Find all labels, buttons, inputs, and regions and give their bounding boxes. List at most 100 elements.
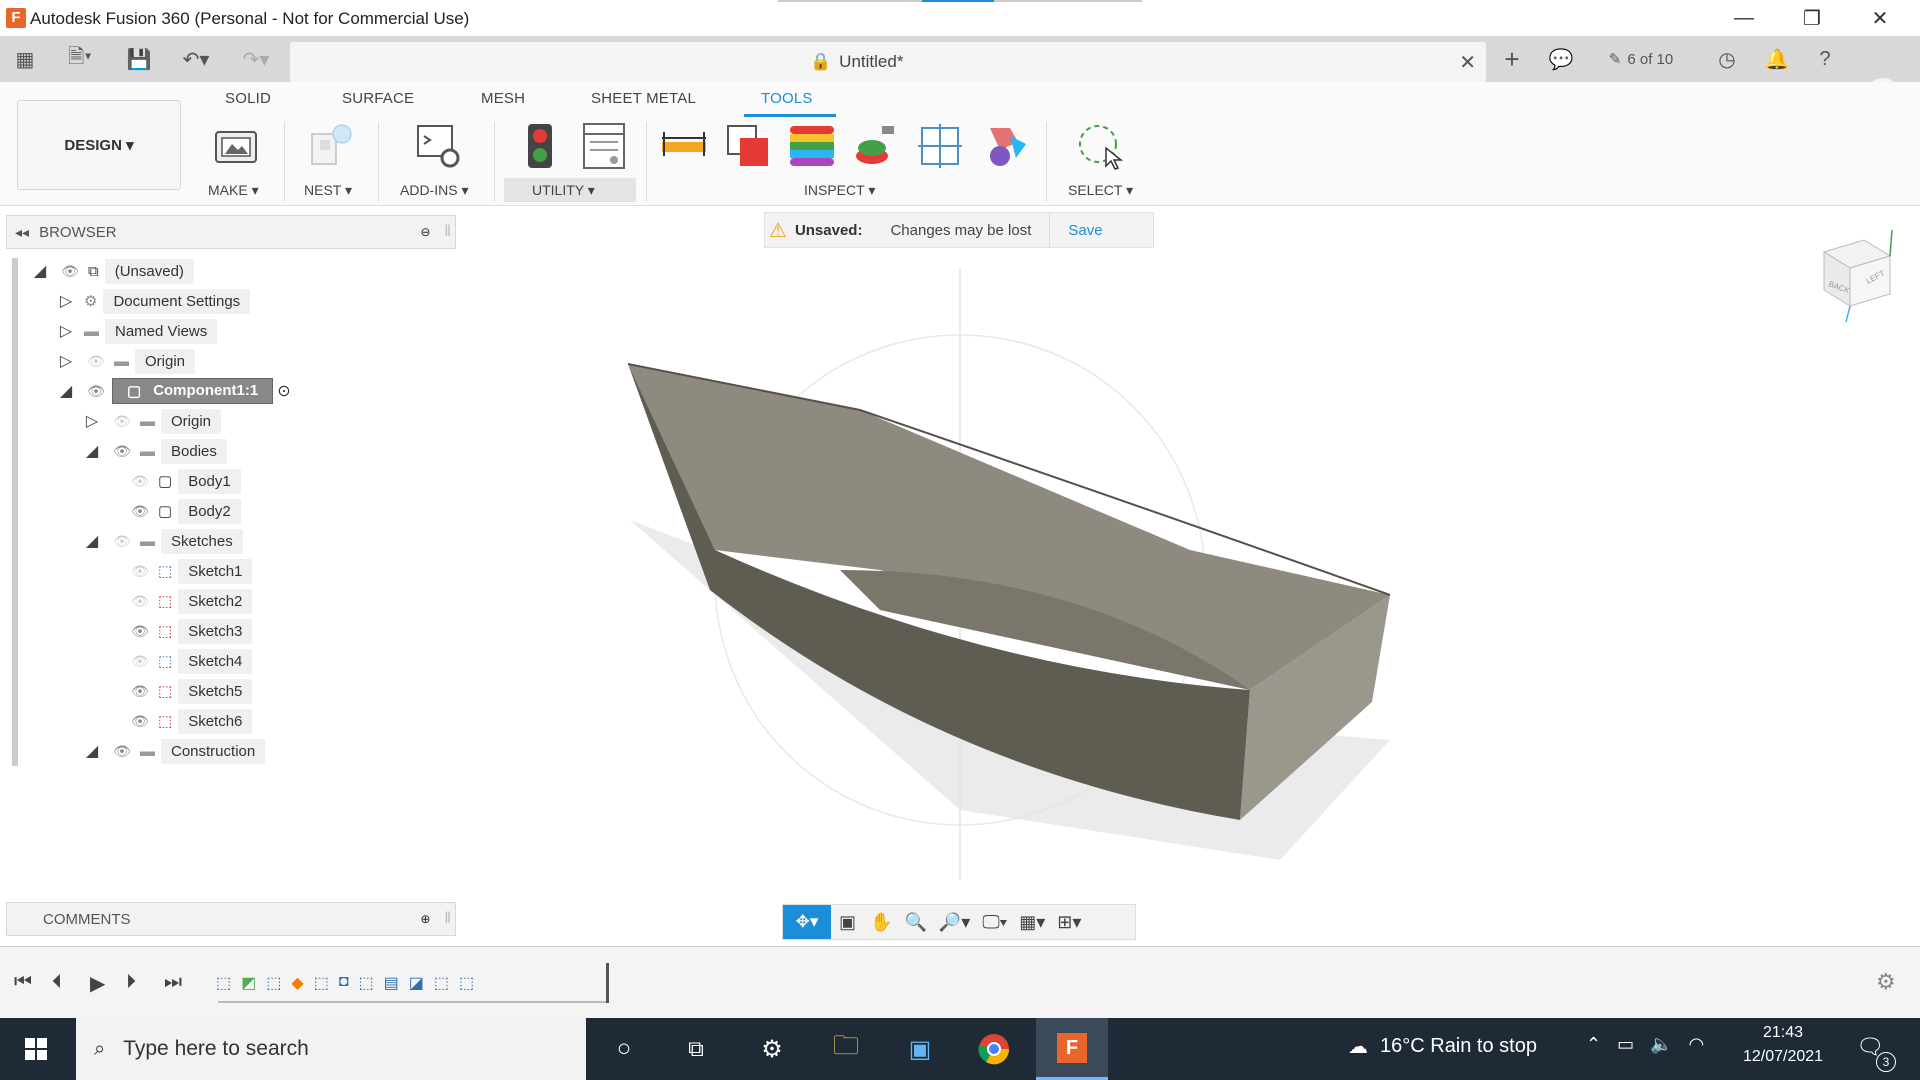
timeline-loft-icon[interactable]: ◩ [241,973,256,997]
comments-pin-handle[interactable]: ‖ [444,910,451,928]
go-to-end-icon[interactable]: ⏭ [164,971,182,994]
expanded-triangle-icon[interactable]: ◢ [82,741,102,761]
hidden-eye-icon[interactable]: 👁 [84,353,108,370]
tab-surface[interactable]: SURFACE [342,90,414,107]
tree-sketch4[interactable]: 👁 ⬚ Sketch4 [30,646,450,676]
save-icon[interactable]: 💾 [124,44,154,74]
restore-button[interactable]: ❐ [1784,0,1840,36]
grid-snaps-icon[interactable]: ▦▾ [1019,912,1045,933]
visibility-eye-icon[interactable]: 👁 [128,683,152,700]
minimize-button[interactable]: — [1716,0,1772,36]
make-group-label[interactable]: MAKE ▾ [208,182,259,199]
tree-sketch3[interactable]: 👁 ⬚ Sketch3 [30,616,450,646]
hidden-eye-icon[interactable]: 👁 [128,593,152,610]
chrome-icon[interactable] [958,1018,1030,1080]
parameters-table-icon[interactable] [580,122,628,170]
tree-sketch6[interactable]: 👁 ⬚ Sketch6 [30,706,450,736]
expanded-triangle-icon[interactable]: ◢ [82,441,102,461]
pan-hand-icon[interactable]: ✋ [870,912,892,933]
select-lasso-icon[interactable] [1076,122,1124,170]
wifi-icon[interactable]: ◠ [1689,1034,1705,1055]
hidden-eye-icon[interactable]: 👁 [110,413,134,430]
tree-named-views[interactable]: ▷ ▬ Named Views [30,316,450,346]
display-settings-icon[interactable]: 🖵▾ [982,912,1007,933]
timeline-sketch-icon[interactable]: ⬚ [266,973,281,997]
nest-group-label[interactable]: NEST ▾ [304,182,352,199]
data-panel-grid-icon[interactable]: ▦ [10,44,40,74]
orbit-pan-icon[interactable]: ✥▾ [783,905,831,939]
viewports-icon[interactable]: ⊞▾ [1057,912,1081,933]
tree-bodies[interactable]: ◢ 👁 ▬ Bodies [30,436,450,466]
timeline-extrude-icon[interactable]: ▤ [384,973,399,997]
file-explorer-icon[interactable]: 🗀 [810,1018,882,1080]
tab-tools[interactable]: TOOLS [761,90,813,107]
tree-root[interactable]: ◢ 👁 ⧉ (Unsaved) [30,256,450,286]
redo-icon[interactable]: ↷▾ [234,44,278,74]
expanded-triangle-icon[interactable]: ◢ [82,531,102,551]
browser-scrollbar[interactable] [12,258,18,766]
collapsed-triangle-icon[interactable]: ▷ [56,351,76,371]
tree-comp-origin[interactable]: ▷ 👁 ▬ Origin [30,406,450,436]
visibility-eye-icon[interactable]: 👁 [110,743,134,760]
look-at-icon[interactable]: ▣ [839,912,856,933]
go-to-start-icon[interactable]: ⏮ [14,971,32,994]
comments-chat-icon[interactable]: 💬 [1546,44,1576,74]
timeline-sketch-icon[interactable]: ⬚ [459,973,474,997]
hidden-eye-icon[interactable]: 👁 [110,533,134,550]
tree-document-settings[interactable]: ▷ ⚙ Document Settings [30,286,450,316]
fit-zoom-icon[interactable]: 🔎▾ [939,912,970,933]
tab-solid[interactable]: SOLID [225,90,271,107]
undo-icon[interactable]: ↶▾ [174,44,218,74]
hidden-eye-icon[interactable]: 👁 [128,563,152,580]
zebra-analysis-icon[interactable] [788,122,836,170]
browser-pin-handle[interactable]: ‖ [444,223,451,241]
timeline-features[interactable]: ⬚ ◩ ⬚ ◆ ⬚ ◘ ⬚ ▤ ◪ ⬚ ⬚ [216,973,606,997]
measure-icon[interactable] [660,122,708,170]
hidden-eye-icon[interactable]: 👁 [128,653,152,670]
traffic-light-icon[interactable] [516,122,564,170]
hidden-eye-icon[interactable]: 👁 [128,473,152,490]
notifications-bell-icon[interactable]: 🔔 [1762,44,1792,74]
job-status-clock-icon[interactable]: ◷ [1712,44,1742,74]
visibility-eye-icon[interactable]: 👁 [128,623,152,640]
tree-origin[interactable]: ▷ 👁 ▬ Origin [30,346,450,376]
tree-construction[interactable]: ◢ 👁 ▬ Construction [30,736,450,766]
zoom-icon[interactable]: 🔍 [904,912,926,933]
timeline-sketch-icon[interactable]: ⬚ [216,973,231,997]
utility-group-label[interactable]: UTILITY ▾ [532,182,595,199]
activate-radio-icon[interactable]: ⊙ [277,381,290,401]
timeline-plane-icon[interactable]: ◪ [409,973,424,997]
visibility-eye-icon[interactable]: 👁 [58,263,82,280]
step-back-icon[interactable]: ⏴ [52,971,62,994]
close-tab-icon[interactable]: ✕ [1459,50,1476,75]
3d-print-icon[interactable] [212,122,260,170]
visibility-eye-icon[interactable]: 👁 [128,503,152,520]
timeline-shell-icon[interactable]: ◘ [339,973,349,997]
3d-viewport[interactable] [460,250,1460,890]
help-icon[interactable]: ? [1810,44,1840,74]
new-tab-plus-icon[interactable]: + [1494,44,1530,74]
draft-analysis-icon[interactable] [852,122,900,170]
timeline-fillet-icon[interactable]: ◆ [291,973,303,997]
weather-widget[interactable]: ☁ 16°C Rain to stop [1348,1034,1537,1059]
battery-icon[interactable]: ▭ [1617,1034,1634,1055]
version-indicator[interactable]: ✎ 6 of 10 [1596,44,1686,74]
timeline-sketch-icon[interactable]: ⬚ [358,973,373,997]
fusion-taskbar-icon[interactable]: F [1036,1018,1108,1080]
tree-sketch1[interactable]: 👁 ⬚ Sketch1 [30,556,450,586]
display-component-colors-icon[interactable] [980,122,1028,170]
tab-mesh[interactable]: MESH [481,90,525,107]
close-window-button[interactable]: ✕ [1852,0,1908,36]
tree-sketch2[interactable]: 👁 ⬚ Sketch2 [30,586,450,616]
expanded-triangle-icon[interactable]: ◢ [56,381,76,401]
task-view-icon[interactable]: ⧉ [660,1018,732,1080]
select-group-label[interactable]: SELECT ▾ [1068,182,1133,199]
taskbar-search-box[interactable]: ⌕ Type here to search [76,1018,586,1080]
tree-body2[interactable]: 👁 ▢ Body2 [30,496,450,526]
visibility-eye-icon[interactable]: 👁 [84,383,108,400]
save-link[interactable]: Save [1068,222,1102,239]
windows-start-icon[interactable] [0,1018,72,1080]
settings-gear-icon[interactable]: ⚙ [736,1018,808,1080]
winrar-icon[interactable]: ▣ [884,1018,956,1080]
collapsed-triangle-icon[interactable]: ▷ [56,321,76,341]
